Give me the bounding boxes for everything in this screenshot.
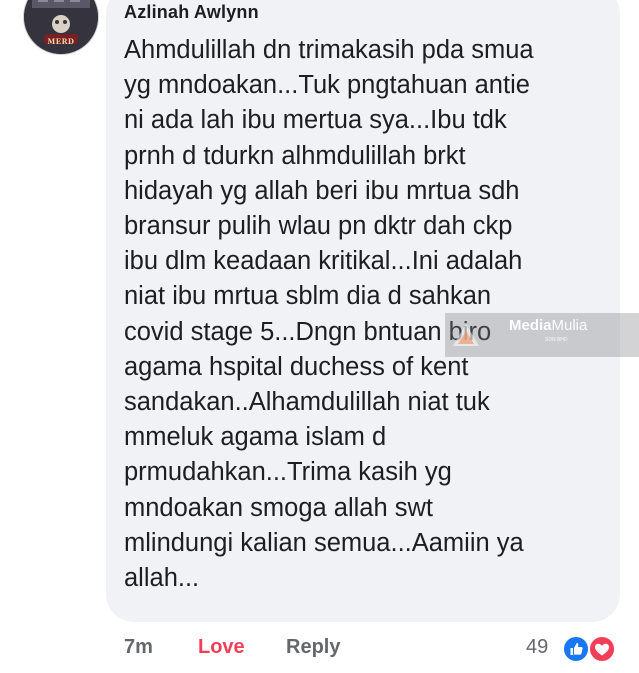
love-reaction-button[interactable]: Love [198,636,245,659]
comment-line: sandakan..Alhamdulillah niat tuk [124,388,490,417]
comment-timestamp[interactable]: 7m [124,636,153,659]
comment-author[interactable]: Azlinah Awlynn [124,2,259,23]
comment-line: prnh d tdurkn alhmdulillah brkt [124,141,466,170]
comment-line: mmeluk agama islam d [124,423,387,452]
watermark-tagline: SDN BHD [545,337,568,343]
watermark: MediaMulia SDN BHD [445,313,639,357]
comment-line: mndoakan smoga allah swt [124,493,434,522]
watermark-logo-icon [453,324,479,346]
comment-line: niat ibu mrtua sblm dia d sahkan [124,282,492,311]
comment-line: bransur pulih wlau pn dktr dah ckp [124,212,513,241]
comment-line: Ahmdulillah dn trimakasih pda smua [124,36,534,64]
like-icon[interactable] [562,635,590,663]
comment-line: mlindungi kalian semua...Aamiin ya [124,528,524,557]
avatar-badge: MERD [47,37,75,46]
watermark-brand-light: Mulia [551,317,588,334]
comment-line: ni ada lah ibu mertua sya...Ibu tdk [124,106,507,135]
comment-line: prmudahkan...Trima kasih yg [124,458,452,487]
comment-line: yg mndoakan...Tuk pngtahuan antie [124,71,530,100]
watermark-brand: MediaMulia [509,317,587,334]
avatar[interactable]: MERD [24,0,98,54]
reply-button[interactable]: Reply [286,636,340,659]
comment-line: ibu dlm keadaan kritikal...Ini adalah [124,247,523,276]
comment-screenshot: MERD Azlinah Awlynn Ahmdulillah dn trima… [0,0,639,673]
watermark-brand-bold: Media [509,317,552,334]
comment-line: hidayah yg allah beri ibu mrtua sdh [124,176,520,205]
comment-line: allah... [124,564,200,593]
reaction-count[interactable]: 49 [526,636,548,659]
heart-icon[interactable] [588,635,616,663]
